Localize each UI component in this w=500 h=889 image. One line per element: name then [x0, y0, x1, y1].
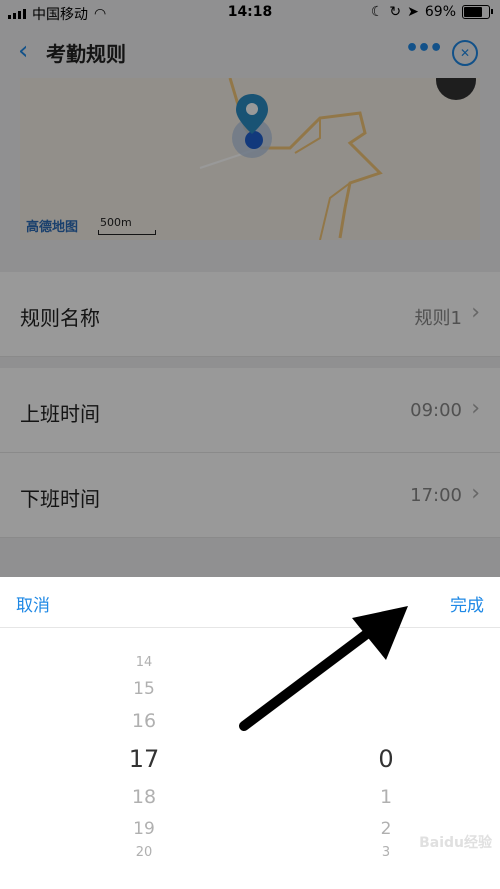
watermark: Baidu经验: [419, 835, 492, 851]
annotation-arrow-icon: [239, 606, 408, 731]
